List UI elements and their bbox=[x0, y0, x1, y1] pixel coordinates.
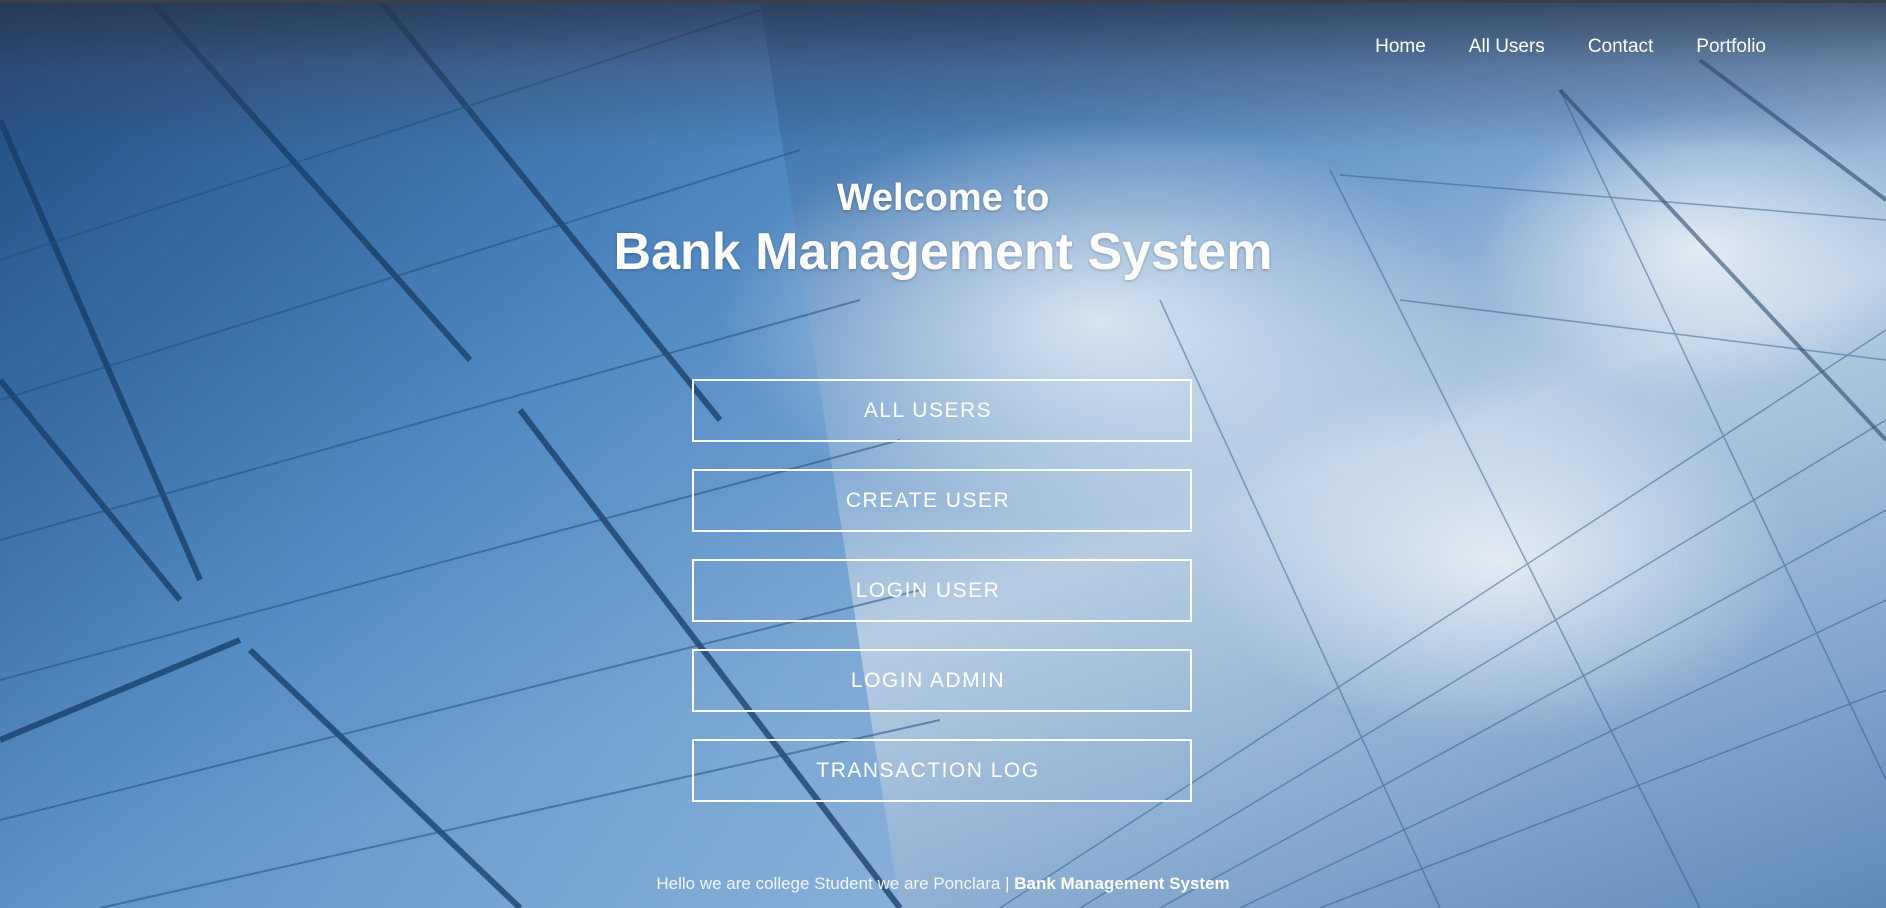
hero: Welcome to Bank Management System bbox=[0, 174, 1886, 282]
top-nav: Home All Users Contact Portfolio bbox=[1375, 36, 1766, 58]
login-user-button[interactable]: LOGIN USER bbox=[692, 559, 1192, 622]
nav-contact-link[interactable]: Contact bbox=[1588, 36, 1653, 58]
top-border bbox=[0, 0, 1886, 3]
footer-text: Hello we are college Student we are Ponc… bbox=[656, 874, 1015, 893]
all-users-button[interactable]: ALL USERS bbox=[692, 379, 1192, 442]
page: Home All Users Contact Portfolio Welcome… bbox=[0, 0, 1886, 908]
header-shade bbox=[0, 0, 1886, 150]
nav-all-users-link[interactable]: All Users bbox=[1469, 36, 1545, 58]
nav-home-link[interactable]: Home bbox=[1375, 36, 1426, 58]
login-admin-button[interactable]: LOGIN ADMIN bbox=[692, 649, 1192, 712]
nav-portfolio-link[interactable]: Portfolio bbox=[1696, 36, 1766, 58]
footer-brand: Bank Management System bbox=[1014, 874, 1230, 893]
welcome-heading: Welcome to bbox=[836, 177, 1050, 219]
page-title: Bank Management System bbox=[613, 223, 1273, 281]
create-user-button[interactable]: CREATE USER bbox=[692, 469, 1192, 532]
action-menu: ALL USERS CREATE USER LOGIN USER LOGIN A… bbox=[692, 379, 1192, 829]
footer: Hello we are college Student we are Ponc… bbox=[0, 874, 1886, 894]
transaction-log-button[interactable]: TRANSACTION LOG bbox=[692, 739, 1192, 802]
